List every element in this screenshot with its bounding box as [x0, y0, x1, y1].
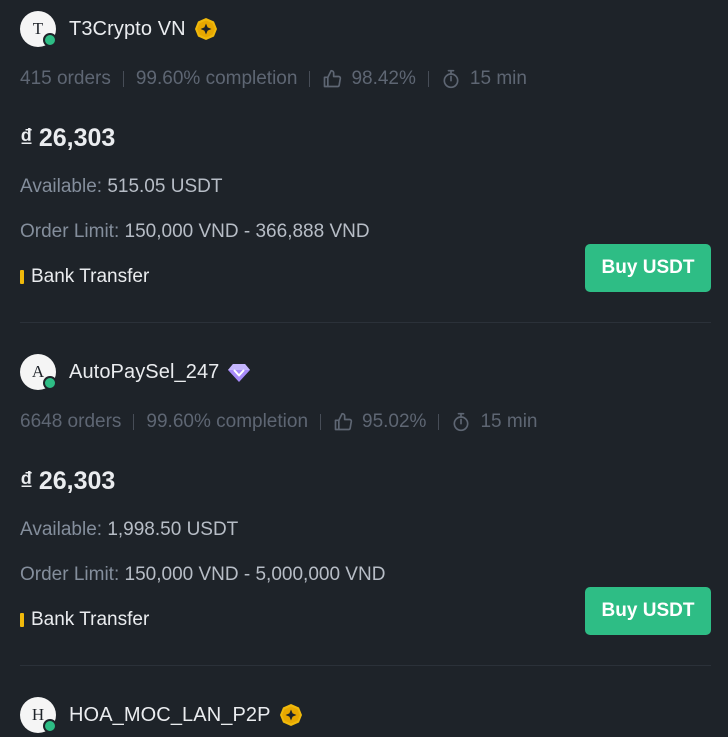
payment-method-label: Bank Transfer — [31, 609, 150, 630]
order-limit-label: Order Limit: — [20, 564, 120, 585]
available-value: 1,998.50 USDT — [107, 519, 239, 540]
divider — [320, 414, 322, 430]
thumbs-up-icon — [324, 69, 342, 88]
avatar[interactable]: A — [20, 354, 57, 390]
divider — [122, 71, 124, 87]
merchant-header[interactable]: T T3Crypto VN — [20, 10, 218, 48]
divider — [309, 71, 311, 87]
payment-method-color-bar — [20, 613, 24, 627]
merchant-stats: 6648 orders 99.60% completion 95.02% 15 … — [20, 409, 538, 435]
merchant-header[interactable]: A AutoPaySel_247 — [20, 353, 251, 391]
order-limit-value: 150,000 VND - 5,000,000 VND — [124, 564, 386, 585]
order-limit-label: Order Limit: — [20, 221, 120, 242]
order-limit: Order Limit: 150,000 VND - 5,000,000 VND — [20, 564, 385, 586]
payment-time-limit: 15 min — [480, 411, 538, 432]
available-label: Available: — [20, 519, 103, 540]
gold-merchant-badge-icon — [279, 704, 302, 726]
payment-method: Bank Transfer — [20, 609, 149, 631]
divider — [133, 414, 135, 430]
price-value: 26,303 — [38, 467, 116, 495]
merchant-header[interactable]: H HOA_MOC_LAN_P2P — [20, 696, 303, 734]
avatar[interactable]: H — [20, 697, 57, 733]
available-amount: Available: 515.05 USDT — [20, 176, 222, 198]
payment-time-limit: 15 min — [469, 68, 527, 89]
diamond-merchant-badge-icon — [228, 364, 251, 382]
buy-usdt-button[interactable]: Buy USDT — [585, 587, 711, 635]
thumbs-up-icon — [334, 412, 353, 431]
order-limit: Order Limit: 150,000 VND - 366,888 VND — [20, 221, 370, 243]
price: ₫ 26,303 — [20, 124, 115, 153]
payment-method-label: Bank Transfer — [31, 266, 150, 287]
stopwatch-icon — [443, 69, 459, 89]
payment-method: Bank Transfer — [20, 266, 149, 288]
gold-merchant-badge-icon — [194, 18, 217, 40]
buy-usdt-button[interactable]: Buy USDT — [585, 244, 711, 292]
available-value: 515.05 USDT — [107, 176, 223, 197]
positive-rating: 98.42% — [351, 68, 416, 89]
avatar-letter: T — [32, 19, 44, 38]
avatar-letter: H — [31, 705, 45, 724]
orders-count: 415 orders — [20, 68, 111, 89]
online-status-dot — [43, 719, 57, 733]
divider — [438, 414, 440, 430]
orders-count: 6648 orders — [20, 411, 122, 432]
online-status-dot — [43, 376, 57, 390]
available-label: Available: — [20, 176, 103, 197]
avatar-letter: A — [31, 362, 45, 381]
card-divider — [20, 322, 711, 323]
merchant-name[interactable]: T3Crypto VN — [69, 18, 186, 41]
divider — [427, 71, 429, 87]
merchant-name[interactable]: AutoPaySel_247 — [69, 361, 219, 384]
merchant-name[interactable]: HOA_MOC_LAN_P2P — [69, 704, 271, 727]
order-limit-value: 150,000 VND - 366,888 VND — [124, 221, 370, 242]
stopwatch-icon — [453, 412, 469, 432]
payment-method-color-bar — [20, 270, 24, 284]
completion-rate: 99.60% completion — [135, 68, 298, 89]
p2p-ad-list: T T3Crypto VN 415 orders 99.60% completi… — [0, 0, 728, 737]
currency-symbol: ₫ — [20, 467, 33, 495]
available-amount: Available: 1,998.50 USDT — [20, 519, 238, 541]
avatar[interactable]: T — [20, 11, 57, 47]
currency-symbol: ₫ — [20, 124, 33, 152]
price: ₫ 26,303 — [20, 467, 115, 496]
merchant-stats: 415 orders 99.60% completion 98.42% 15 m… — [20, 66, 527, 92]
completion-rate: 99.60% completion — [146, 411, 309, 432]
price-value: 26,303 — [38, 124, 116, 152]
card-divider — [20, 665, 711, 666]
online-status-dot — [43, 33, 57, 47]
positive-rating: 95.02% — [362, 411, 427, 432]
